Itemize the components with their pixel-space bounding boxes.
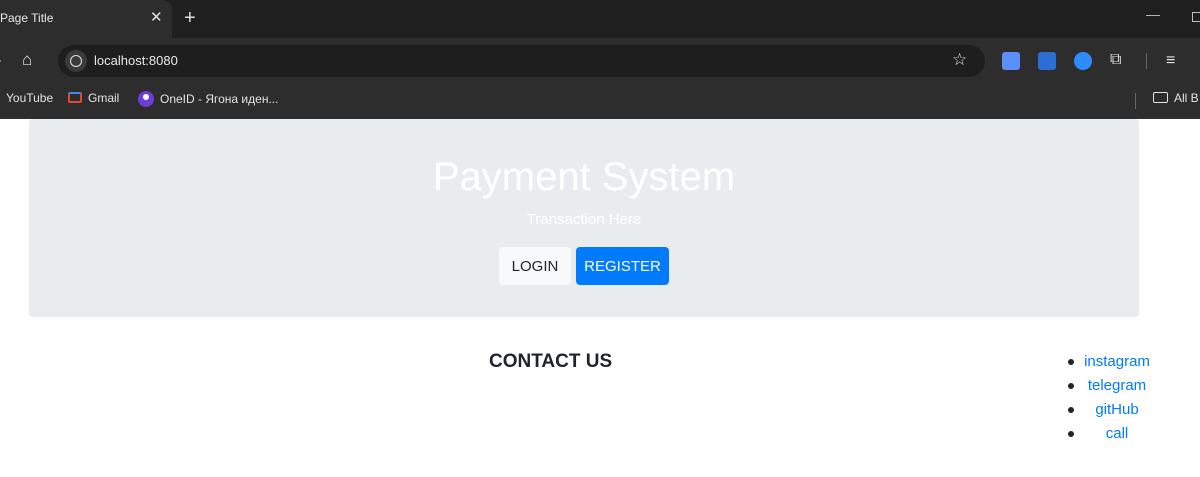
extensions-puzzle-icon[interactable]: ⧉: [1110, 51, 1121, 69]
gmail-icon: [68, 92, 82, 103]
social-links-list: instagram telegram gitHub call: [1062, 350, 1172, 446]
github-link[interactable]: gitHub: [1095, 401, 1138, 418]
browser-toolbar: › ⌂ localhost:8080 ☆ ⧉ ≡: [0, 38, 1200, 84]
bookmark-label: OneID - Ягона иден...: [160, 92, 279, 106]
folder-icon: [1153, 92, 1168, 103]
list-item: gitHub: [1062, 398, 1172, 422]
new-tab-button[interactable]: +: [184, 6, 196, 30]
browser-tab[interactable]: Page Title ✕: [0, 0, 172, 38]
register-button[interactable]: REGISTER: [576, 247, 669, 285]
site-info-icon[interactable]: [65, 50, 87, 72]
bookmarks-divider: [1135, 93, 1136, 109]
list-item: call: [1062, 422, 1172, 446]
instagram-link[interactable]: instagram: [1084, 353, 1150, 370]
bookmark-label: Gmail: [88, 91, 120, 105]
oneid-icon: [138, 91, 154, 107]
toolbar-divider: [1146, 53, 1147, 69]
hero-subtitle: Transaction Here: [526, 211, 642, 228]
call-link[interactable]: call: [1106, 425, 1129, 442]
contact-us-heading: CONTACT US: [489, 351, 613, 372]
tab-title: Page Title: [0, 11, 54, 25]
home-icon[interactable]: ⌂: [22, 51, 32, 69]
browser-tab-bar: Page Title ✕ + —: [0, 0, 1200, 38]
url-text[interactable]: localhost:8080: [94, 53, 178, 68]
all-bookmarks-button[interactable]: All B: [1153, 91, 1199, 111]
tab-close-icon[interactable]: ✕: [150, 9, 163, 27]
zoom-extension-icon[interactable]: [1074, 52, 1092, 70]
address-bar[interactable]: localhost:8080 ☆: [58, 45, 985, 77]
media-control-icon[interactable]: ≡: [1166, 52, 1175, 70]
window-maximize-icon[interactable]: [1192, 12, 1200, 22]
list-item: instagram: [1062, 350, 1172, 374]
forward-icon[interactable]: ›: [0, 52, 1, 70]
list-item: telegram: [1062, 374, 1172, 398]
hero-jumbotron: Payment System Transaction Here LOGIN RE…: [29, 119, 1139, 317]
hero-title: Payment System: [432, 155, 736, 199]
bookmark-gmail[interactable]: Gmail: [68, 91, 119, 111]
login-button[interactable]: LOGIN: [499, 247, 571, 285]
translate-extension-2-icon[interactable]: [1038, 52, 1056, 70]
bookmark-youtube[interactable]: YouTube: [6, 91, 53, 111]
bookmark-label: YouTube: [6, 91, 54, 105]
page-content: Payment System Transaction Here LOGIN RE…: [0, 119, 1200, 477]
telegram-link[interactable]: telegram: [1088, 377, 1146, 394]
bookmark-star-icon[interactable]: ☆: [952, 50, 967, 70]
translate-extension-icon[interactable]: [1002, 52, 1020, 70]
bookmark-oneid[interactable]: OneID - Ягона иден...: [138, 91, 278, 111]
bookmarks-bar: YouTube Gmail OneID - Ягона иден... All …: [0, 84, 1200, 119]
all-bookmarks-label: All B: [1174, 91, 1199, 105]
window-minimize-icon[interactable]: —: [1146, 6, 1160, 22]
